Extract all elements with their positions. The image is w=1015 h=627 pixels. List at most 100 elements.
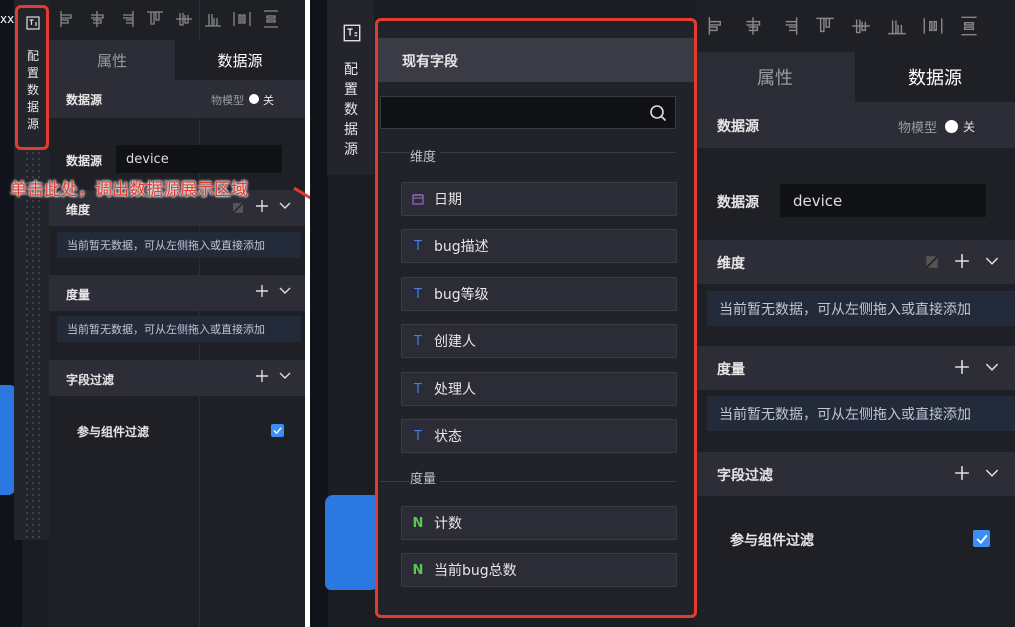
- datasource-select[interactable]: device: [780, 184, 986, 217]
- distribute-h-icon[interactable]: [231, 8, 253, 32]
- align-left-icon[interactable]: [57, 8, 79, 32]
- tab-datasource-label: 数据源: [908, 68, 962, 89]
- config-char: 据: [344, 122, 358, 138]
- config-char: 据: [26, 100, 39, 114]
- measure-header: 度量: [695, 346, 1015, 390]
- chevron-down-icon[interactable]: [985, 469, 999, 478]
- config-strip[interactable]: 配 置 数 据 源: [327, 0, 374, 175]
- align-center-h-icon[interactable]: [86, 8, 108, 32]
- align-toolbar: [57, 8, 302, 32]
- model-label: 物模型: [898, 121, 938, 136]
- measure-title: 度量: [66, 288, 91, 302]
- config-strip-dots: [24, 150, 44, 540]
- dimension-empty-text: 当前暂无数据，可从左侧拖入或直接添加: [719, 301, 971, 318]
- left-screenshot: xx 配 置 数 据 源 属性 数据源 数据源 物模型 关 数据源 device…: [0, 0, 305, 627]
- participate-filter-checkbox[interactable]: [271, 424, 284, 437]
- align-top-icon[interactable]: [144, 8, 166, 32]
- right-config-panel: 属性 数据源 数据源 物模型 关 数据源 device 维度 当前暂无数据，可从…: [695, 0, 1015, 627]
- tab-props-label: 属性: [757, 68, 793, 89]
- datasource-label: 数据源: [717, 195, 759, 211]
- config-icon: [343, 24, 361, 42]
- align-right-icon[interactable]: [115, 8, 137, 32]
- align-center-h-icon[interactable]: [741, 14, 765, 40]
- distribute-h-icon[interactable]: [921, 14, 945, 40]
- tab-datasource-label: 数据源: [217, 51, 263, 70]
- config-char: 配: [26, 49, 39, 63]
- add-filter-icon[interactable]: [954, 465, 970, 481]
- config-char: 源: [344, 142, 358, 158]
- config-label: 配 置 数 据 源: [22, 48, 44, 133]
- tab-datasource[interactable]: 数据源: [855, 52, 1015, 102]
- dimension-title: 维度: [66, 203, 91, 217]
- align-right-icon[interactable]: [777, 14, 801, 40]
- dimension-empty-hint[interactable]: 当前暂无数据，可从左侧拖入或直接添加: [57, 232, 301, 258]
- datasource-header: 数据源 物模型 关: [695, 102, 1015, 148]
- distribute-v-icon[interactable]: [957, 14, 981, 40]
- map-fragment: [325, 495, 380, 590]
- model-toggle[interactable]: [945, 120, 958, 133]
- measure-header: 度量: [49, 275, 305, 311]
- tab-datasource[interactable]: 数据源: [175, 40, 305, 80]
- tab-props[interactable]: 属性: [695, 52, 855, 102]
- config-char: 置: [344, 82, 358, 98]
- datasource-header-title: 数据源: [717, 119, 759, 135]
- right-screenshot: 配 置 数 据 源 属性 数据源 数据源 物模型 关 数据源 device 维度…: [310, 0, 1015, 627]
- distribute-v-icon[interactable]: [260, 8, 282, 32]
- measure-empty-text: 当前暂无数据，可从左侧拖入或直接添加: [719, 406, 971, 423]
- annotation-text: 单击此处，调出数据源展示区域: [10, 180, 248, 200]
- dimension-header: 维度: [695, 240, 1015, 284]
- left-config-panel: 属性 数据源 数据源 物模型 关 数据源 device 维度 当前暂无数据，可从…: [49, 0, 305, 627]
- field-filter-header: 字段过滤: [49, 360, 305, 396]
- add-dimension-icon[interactable]: [954, 253, 970, 269]
- tab-props-label: 属性: [96, 51, 127, 70]
- measure-empty-text: 当前暂无数据，可从左侧拖入或直接添加: [67, 323, 265, 336]
- model-toggle-label: 关: [263, 94, 274, 107]
- participate-filter-label: 参与组件过滤: [730, 533, 814, 549]
- config-char: 数: [26, 83, 39, 97]
- config-icon: [26, 16, 40, 30]
- dimension-empty-hint[interactable]: 当前暂无数据，可从左侧拖入或直接添加: [707, 291, 1015, 326]
- add-measure-icon[interactable]: [255, 284, 269, 298]
- copy-icon[interactable]: [231, 201, 245, 215]
- align-bottom-icon[interactable]: [885, 14, 909, 40]
- align-top-icon[interactable]: [813, 14, 837, 40]
- datasource-select[interactable]: device: [116, 145, 282, 173]
- tab-props[interactable]: 属性: [49, 40, 175, 80]
- chevron-down-icon[interactable]: [985, 257, 999, 266]
- model-toggle-label: 关: [963, 120, 976, 134]
- config-char: 置: [26, 66, 39, 80]
- dimension-empty-text: 当前暂无数据，可从左侧拖入或直接添加: [67, 239, 265, 252]
- measure-empty-hint[interactable]: 当前暂无数据，可从左侧拖入或直接添加: [707, 396, 1015, 431]
- field-filter-header: 字段过滤: [695, 452, 1015, 496]
- participate-filter-label: 参与组件过滤: [77, 425, 150, 439]
- datasource-header: 数据源 物模型 关: [49, 80, 305, 118]
- dimension-title: 维度: [717, 256, 745, 272]
- align-center-v-icon[interactable]: [849, 14, 873, 40]
- align-left-icon[interactable]: [705, 14, 729, 40]
- add-filter-icon[interactable]: [255, 369, 269, 383]
- datasource-label: 数据源: [66, 154, 103, 168]
- config-char: 源: [26, 117, 39, 131]
- measure-title: 度量: [717, 362, 745, 378]
- chevron-down-icon[interactable]: [985, 363, 999, 372]
- config-label: 配 置 数 据 源: [340, 60, 362, 160]
- add-dimension-icon[interactable]: [255, 199, 269, 213]
- align-bottom-icon[interactable]: [202, 8, 224, 32]
- copy-icon[interactable]: [924, 254, 940, 270]
- measure-empty-hint[interactable]: 当前暂无数据，可从左侧拖入或直接添加: [57, 316, 301, 342]
- chevron-down-icon[interactable]: [279, 372, 291, 380]
- model-toggle[interactable]: [249, 94, 259, 104]
- config-char: 配: [344, 62, 358, 78]
- field-filter-title: 字段过滤: [717, 468, 773, 484]
- align-center-v-icon[interactable]: [173, 8, 195, 32]
- chevron-down-icon[interactable]: [279, 287, 291, 295]
- model-label: 物模型: [211, 94, 244, 107]
- config-char: 数: [344, 102, 358, 118]
- align-toolbar: [705, 14, 1015, 40]
- field-filter-title: 字段过滤: [66, 373, 115, 387]
- participate-filter-checkbox[interactable]: [973, 530, 990, 547]
- datasource-header-title: 数据源: [66, 93, 103, 107]
- add-measure-icon[interactable]: [954, 359, 970, 375]
- config-datasource-button[interactable]: 配 置 数 据 源: [15, 5, 49, 150]
- datasource-value: device: [126, 151, 169, 167]
